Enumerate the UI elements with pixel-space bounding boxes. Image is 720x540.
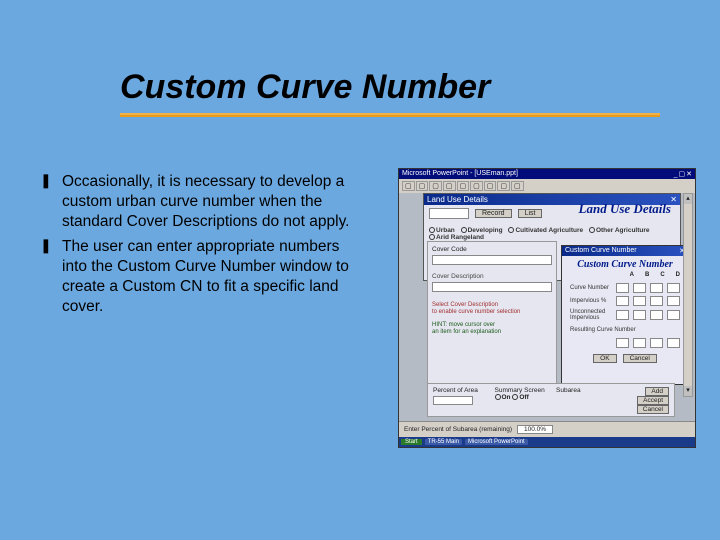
bullet-text: Occasionally, it is necessary to develop…	[62, 172, 360, 231]
ccn-row: Curve Number	[570, 283, 680, 293]
ok-button[interactable]: OK	[593, 354, 616, 363]
cover-type-radios: Urban Developing Cultivated Agriculture …	[429, 227, 675, 241]
hint-red: Select Cover Description to enable curve…	[432, 302, 552, 316]
radio-developing[interactable]: Developing	[468, 227, 503, 234]
ccn-cell[interactable]	[616, 296, 629, 306]
bullet-icon: ❚	[40, 237, 62, 316]
add-button[interactable]: Add	[645, 387, 669, 396]
status-label: Enter Percent of Subarea (remaining)	[404, 426, 512, 433]
ccn-result-cell	[616, 338, 629, 348]
radio-off[interactable]: Off	[519, 394, 528, 401]
ccn-cell[interactable]	[667, 296, 680, 306]
ccn-result-cell	[633, 338, 646, 348]
ccn-result-label: Resulting Curve Number	[562, 321, 688, 333]
title-underline	[120, 113, 660, 117]
ccn-cell[interactable]	[616, 310, 629, 320]
ccn-cell[interactable]	[667, 283, 680, 293]
taskbar: Start TR-55 Main Microsoft PowerPoint	[399, 437, 695, 447]
app-toolbar: ▢▢▢▢▢▢▢▢▢	[399, 179, 695, 193]
subwindow-title: Land Use Details	[427, 195, 488, 204]
bullet-item: ❚ Occasionally, it is necessary to devel…	[40, 172, 360, 231]
cover-desc-label: Cover Description	[432, 273, 552, 280]
percent-area-label: Percent of Area	[433, 387, 485, 394]
ccn-cell[interactable]	[650, 296, 663, 306]
taskbar-item[interactable]: TR-55 Main	[425, 439, 462, 445]
radio-other-ag[interactable]: Other Agriculture	[596, 227, 650, 234]
bullet-icon: ❚	[40, 172, 62, 231]
land-use-details-heading: Land Use Details	[579, 201, 671, 217]
status-value: 100.0%	[517, 425, 553, 434]
cancel-button[interactable]: Cancel	[623, 354, 657, 363]
record-button[interactable]: Record	[475, 209, 512, 218]
ccn-cell[interactable]	[633, 310, 646, 320]
custom-curve-number-window: Custom Curve Number ✕ Custom Curve Numbe…	[561, 245, 689, 385]
start-button[interactable]: Start	[401, 439, 422, 445]
ccn-result-cell	[650, 338, 663, 348]
ccn-cell[interactable]	[633, 296, 646, 306]
radio-cultivated[interactable]: Cultivated Agriculture	[515, 227, 583, 234]
app-title: Microsoft PowerPoint - [USEman.ppt]	[402, 170, 518, 178]
cover-desc-field[interactable]	[432, 282, 552, 292]
summary-label: Summary Screen	[495, 387, 547, 394]
cover-code-panel: Cover Code Cover Description Select Cove…	[427, 241, 557, 391]
app-titlebar: Microsoft PowerPoint - [USEman.ppt] _▢✕	[399, 169, 695, 179]
title-block: Custom Curve Number	[120, 68, 660, 117]
ccn-cell[interactable]	[667, 310, 680, 320]
lower-cancel-button[interactable]: Cancel	[637, 405, 669, 414]
ccn-cell[interactable]	[650, 283, 663, 293]
window-controls: _▢✕	[673, 170, 692, 178]
cover-code-field[interactable]	[432, 255, 552, 265]
ccn-result-row	[570, 338, 680, 348]
radio-on[interactable]: On	[502, 394, 511, 401]
taskbar-item[interactable]: Microsoft PowerPoint	[465, 439, 528, 445]
ccn-row: Impervious %	[570, 296, 680, 306]
slide-body: ❚ Occasionally, it is necessary to devel…	[40, 172, 360, 323]
scroll-down-icon[interactable]: ▾	[684, 386, 692, 396]
scrollbar[interactable]: ▴ ▾	[683, 193, 693, 397]
ccn-grid: Curve Number Impervious % Unconnected Im…	[562, 278, 688, 321]
close-icon[interactable]: ✕	[670, 195, 677, 204]
accept-button[interactable]: Accept	[637, 396, 669, 405]
bullet-text: The user can enter appropriate numbers i…	[62, 237, 360, 316]
cover-code-label: Cover Code	[432, 246, 552, 253]
list-button[interactable]: List	[518, 209, 543, 218]
radio-arid[interactable]: Arid Rangeland	[436, 234, 484, 241]
scroll-up-icon[interactable]: ▴	[684, 194, 692, 204]
ccn-cell[interactable]	[650, 310, 663, 320]
slide-title: Custom Curve Number	[120, 68, 660, 107]
ccn-result-cell	[667, 338, 680, 348]
radio-urban[interactable]: Urban	[436, 227, 455, 234]
ccn-row: Unconnected Impervious	[570, 309, 680, 321]
status-bar: Enter Percent of Subarea (remaining) 100…	[399, 421, 695, 437]
embedded-screenshot: Microsoft PowerPoint - [USEman.ppt] _▢✕ …	[398, 168, 696, 448]
ccn-cell[interactable]	[616, 283, 629, 293]
ccn-heading: Custom Curve Number	[562, 256, 688, 272]
record-id-field[interactable]	[429, 208, 469, 219]
bullet-item: ❚ The user can enter appropriate numbers…	[40, 237, 360, 316]
hint-green: HINT: move cursor over an item for an ex…	[432, 322, 552, 336]
ccn-titlebar: Custom Curve Number	[565, 247, 637, 255]
subarea-label: Subarea	[556, 387, 608, 394]
lower-controls: Percent of Area Summary Screen On Off Su…	[427, 383, 675, 417]
percent-area-field[interactable]	[433, 396, 473, 405]
ccn-cell[interactable]	[633, 283, 646, 293]
